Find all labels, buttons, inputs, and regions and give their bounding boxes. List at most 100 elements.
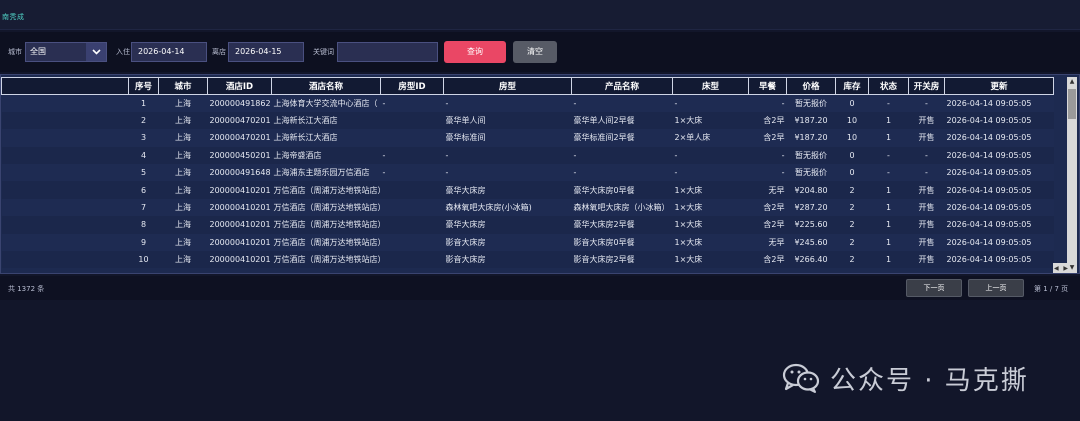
scrollbar-thumb[interactable] xyxy=(1068,89,1076,119)
prev-page-button[interactable]: 上一页 xyxy=(968,279,1024,297)
cell-hotel-name: 上海新长江大酒店 xyxy=(271,111,381,130)
watermark-text: 公众号 · 马克撕 xyxy=(830,365,1029,396)
cell-bed-type: 1×大床 xyxy=(672,181,749,199)
header-city[interactable]: 城市 xyxy=(158,77,208,95)
cell-city: 上海 xyxy=(158,216,208,234)
cell-room-type: - xyxy=(443,146,572,165)
table-row[interactable]: 10 上海 200000410201 万信酒店（周浦万达地铁站店） 影音大床房 影音大床房… xyxy=(1,251,1054,269)
table-row[interactable]: 9 上海 200000410201 万信酒店（周浦万达地铁站店） 影音大床房 影音大床房0… xyxy=(1,233,1054,252)
cell-breakfast: 含2早 xyxy=(748,129,787,147)
app-title: 南秃成 xyxy=(2,13,25,21)
filter-bar: 城市 全国 入住 2026-04-14 离店 2026-04-15 关键词 查询… xyxy=(0,32,1080,72)
cell-product-name: 豪华大床房2早餐 xyxy=(571,216,673,234)
cell-select xyxy=(1,251,129,269)
cell-index: 3 xyxy=(128,129,159,147)
cell-price: ¥266.40 xyxy=(786,251,836,269)
cell-product-name: 影音大床房2早餐 xyxy=(571,251,673,269)
cell-price: ¥187.20 xyxy=(786,111,836,130)
cell-hotel-id: 200000410201 xyxy=(207,233,272,252)
cell-inventory: 0 xyxy=(835,94,869,112)
cell-hotel-name: 万信酒店（周浦万达地铁站店） xyxy=(271,251,381,269)
cell-select xyxy=(1,129,129,147)
table-row[interactable]: 1 上海 200000491862 上海体育大学交流中心酒店（ - - - - - 暂无报价 0- -… xyxy=(1,94,1054,112)
header-index[interactable]: 序号 xyxy=(128,77,159,95)
cell-updated: 2026-04-14 09:05:05 xyxy=(944,181,1054,199)
header-breakfast[interactable]: 早餐 xyxy=(748,77,787,95)
header-room-type[interactable]: 房型 xyxy=(443,77,572,95)
cell-status: 1 xyxy=(868,216,909,234)
header-bed-type[interactable]: 床型 xyxy=(672,77,749,95)
cell-product-name: 影音大床房0早餐 xyxy=(571,233,673,252)
header-updated[interactable]: 更新 xyxy=(944,77,1054,95)
table-row[interactable]: 2 上海 200000470201 上海新长江大酒店 豪华单人间 豪华单人间2早餐 1×大床… xyxy=(1,111,1054,130)
table-row[interactable]: 8 上海 200000410201 万信酒店（周浦万达地铁站店） 豪华大床房 豪华大床房2… xyxy=(1,216,1054,234)
table-row[interactable]: 4 上海 200000450201 上海帝盛酒店 - - - - - 暂无报价 0- -2026-04… xyxy=(1,146,1054,165)
header-price[interactable]: 价格 xyxy=(786,77,836,95)
cell-product-name: - xyxy=(571,164,673,182)
cell-select xyxy=(1,233,129,252)
cell-room-type-id: - xyxy=(380,94,444,112)
table-row[interactable]: 5 上海 200000491648 上海浦东主题乐园万信酒店 - - - - - 暂无报价 0- -2… xyxy=(1,164,1054,182)
cell-city: 上海 xyxy=(158,181,208,199)
cell-room-switch: 开售 xyxy=(908,129,945,147)
cell-room-type: 豪华大床房 xyxy=(443,216,572,234)
cell-status: 1 xyxy=(868,129,909,147)
cell-room-type-id xyxy=(380,251,444,269)
next-page-button[interactable]: 下一页 xyxy=(906,279,962,297)
cell-room-type: - xyxy=(443,94,572,112)
cell-bed-type: 1×大床 xyxy=(672,233,749,252)
table-row[interactable]: 6 上海 200000410201 万信酒店（周浦万达地铁站店） 豪华大床房 豪华大床房0… xyxy=(1,181,1054,199)
table-row[interactable]: 7 上海 200000410201 万信酒店（周浦万达地铁站店） 森林氧吧大床房(小冰箱… xyxy=(1,198,1054,217)
header-room-switch[interactable]: 开关房 xyxy=(908,77,945,95)
cell-product-name: - xyxy=(571,94,673,112)
results-table: 序号 城市 酒店ID 酒店名称 房型ID 房型 产品名称 床型 早餐 价格 库存… xyxy=(1,77,1054,269)
horizontal-scrollbar[interactable]: ◀ ▶ xyxy=(1053,263,1069,273)
table-row[interactable]: 3 上海 200000470201 上海新长江大酒店 豪华标准间 豪华标准间2早餐 2×单人… xyxy=(1,129,1054,147)
header-select[interactable] xyxy=(1,77,129,95)
cell-room-type-id xyxy=(380,216,444,234)
cell-room-type: 森林氧吧大床房(小冰箱) xyxy=(443,198,572,217)
chevron-down-icon[interactable] xyxy=(86,43,106,61)
cell-hotel-name: 万信酒店（周浦万达地铁站店） xyxy=(271,233,381,252)
cell-select xyxy=(1,164,129,182)
cell-hotel-id: 200000410201 xyxy=(207,198,272,217)
header-product-name[interactable]: 产品名称 xyxy=(571,77,673,95)
checkin-date-input[interactable]: 2026-04-14 xyxy=(131,42,207,62)
cell-room-type-id: - xyxy=(380,146,444,165)
cell-bed-type: 1×大床 xyxy=(672,198,749,217)
cell-room-type: 豪华大床房 xyxy=(443,181,572,199)
cell-inventory: 0 xyxy=(835,146,869,165)
cell-price: ¥287.20 xyxy=(786,198,836,217)
checkout-date-input[interactable]: 2026-04-15 xyxy=(228,42,304,62)
cell-inventory: 2 xyxy=(835,233,869,252)
cell-product-name: 森林氧吧大床房（小冰箱） xyxy=(571,198,673,217)
cell-updated: 2026-04-14 09:05:05 xyxy=(944,251,1054,269)
cell-price: 暂无报价 xyxy=(786,94,836,112)
cell-inventory: 10 xyxy=(835,129,869,147)
scroll-up-icon[interactable]: ▲ xyxy=(1067,77,1077,87)
scroll-left-icon[interactable]: ◀ xyxy=(1054,265,1059,272)
clear-button[interactable]: 清空 xyxy=(513,41,557,63)
scroll-right-icon[interactable]: ▶ xyxy=(1063,265,1068,272)
keyword-input[interactable] xyxy=(337,42,438,62)
cell-updated: 2026-04-14 09:05:05 xyxy=(944,129,1054,147)
cell-room-type: 豪华标准间 xyxy=(443,129,572,147)
cell-room-switch: 开售 xyxy=(908,233,945,252)
header-hotel-id[interactable]: 酒店ID xyxy=(207,77,272,95)
cell-index: 1 xyxy=(128,94,159,112)
total-count: 共 1372 条 xyxy=(8,285,45,293)
header-inventory[interactable]: 库存 xyxy=(835,77,869,95)
vertical-scrollbar[interactable]: ▲ ▼ xyxy=(1067,77,1077,273)
cell-index: 5 xyxy=(128,164,159,182)
header-status[interactable]: 状态 xyxy=(868,77,909,95)
header-room-type-id[interactable]: 房型ID xyxy=(380,77,444,95)
cell-product-name: - xyxy=(571,146,673,165)
city-select[interactable]: 全国 xyxy=(25,42,107,62)
cell-room-switch: 开售 xyxy=(908,181,945,199)
cell-bed-type: 2×单人床 xyxy=(672,129,749,147)
header-hotel-name[interactable]: 酒店名称 xyxy=(271,77,381,95)
query-button[interactable]: 查询 xyxy=(444,41,506,63)
cell-breakfast: 无早 xyxy=(748,233,787,252)
cell-room-type-id xyxy=(380,129,444,147)
cell-hotel-name: 上海新长江大酒店 xyxy=(271,129,381,147)
